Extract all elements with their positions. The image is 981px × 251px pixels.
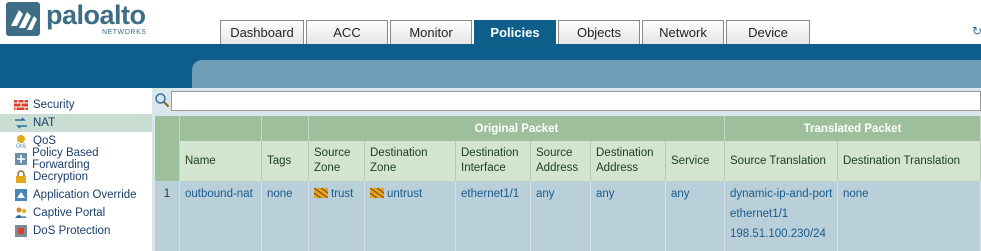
dos-protection-icon bbox=[13, 224, 29, 238]
users-icon bbox=[13, 206, 29, 220]
rule-name-link[interactable]: outbound-nat bbox=[180, 181, 262, 251]
source-translation-type: dynamic-ip-and-port bbox=[730, 188, 833, 200]
rule-source-address[interactable]: any bbox=[531, 181, 591, 251]
rule-source-zone[interactable]: trust bbox=[309, 181, 365, 251]
filter-input[interactable] bbox=[171, 91, 981, 111]
table-row[interactable]: 1 outbound-nat none trust untrust ethern… bbox=[155, 181, 981, 251]
column-header-destination-translation[interactable]: Destination Translation bbox=[838, 141, 981, 181]
nat-icon bbox=[13, 116, 29, 130]
header-original-packet: Original Packet bbox=[309, 116, 725, 141]
column-header-source-address[interactable]: Source Address bbox=[531, 141, 591, 181]
application-override-icon bbox=[13, 188, 29, 202]
column-header-destination-interface[interactable]: Destination Interface bbox=[456, 141, 531, 181]
sidebar-item-decryption[interactable]: Decryption bbox=[0, 168, 152, 186]
header-index-cell bbox=[155, 116, 180, 181]
zone-icon bbox=[370, 188, 384, 198]
sidebar-item-captive-portal[interactable]: Captive Portal bbox=[0, 204, 152, 222]
column-header-source-zone[interactable]: Source Zone bbox=[309, 141, 365, 181]
pbf-icon bbox=[13, 152, 28, 166]
source-translation-interface: ethernet1/1 bbox=[730, 208, 789, 220]
sidebar-item-label: DoS Protection bbox=[33, 225, 111, 237]
logo-subtitle: NETWORKS bbox=[102, 29, 147, 36]
svg-text:QoS: QoS bbox=[16, 144, 27, 149]
tab-policies[interactable]: Policies bbox=[474, 20, 556, 44]
sidebar-item-label: Decryption bbox=[33, 171, 88, 183]
rule-destination-zone[interactable]: untrust bbox=[365, 181, 456, 251]
source-translation-address: 198.51.100.230/24 bbox=[730, 228, 826, 240]
policies-sidebar: Security NAT QoS QoS Policy Based Forwar… bbox=[0, 88, 152, 251]
tab-monitor[interactable]: Monitor bbox=[390, 20, 472, 44]
header-group-blank bbox=[262, 116, 309, 141]
main-tabs: Dashboard ACC Monitor Policies Objects N… bbox=[220, 20, 812, 44]
security-rules-icon bbox=[13, 98, 29, 112]
column-header-source-translation[interactable]: Source Translation bbox=[725, 141, 838, 181]
rule-tags[interactable]: none bbox=[262, 181, 309, 251]
search-icon[interactable] bbox=[154, 92, 170, 108]
tab-acc[interactable]: ACC bbox=[306, 20, 388, 44]
app-header: paloalto NETWORKS Dashboard ACC Monitor … bbox=[0, 0, 981, 44]
tab-device[interactable]: Device bbox=[726, 20, 810, 44]
rule-destination-translation[interactable]: none bbox=[838, 181, 981, 251]
lock-icon bbox=[13, 170, 29, 184]
zone-icon bbox=[314, 188, 328, 198]
sidebar-item-application-override[interactable]: Application Override bbox=[0, 186, 152, 204]
nat-policy-panel: Original Packet Translated Packet Name T… bbox=[152, 88, 981, 251]
rule-source-translation[interactable]: dynamic-ip-and-port ethernet1/1 198.51.1… bbox=[725, 181, 838, 251]
destination-zone-value: untrust bbox=[387, 188, 423, 200]
tab-network[interactable]: Network bbox=[642, 20, 724, 44]
column-header-tags[interactable]: Tags bbox=[262, 141, 309, 181]
header-translated-packet: Translated Packet bbox=[725, 116, 981, 141]
filter-bar bbox=[152, 88, 981, 116]
policy-toolbar-inner bbox=[192, 60, 981, 88]
rule-service[interactable]: any bbox=[666, 181, 725, 251]
nat-rules-table: Original Packet Translated Packet Name T… bbox=[155, 116, 981, 251]
header-group-blank bbox=[180, 116, 262, 141]
logo-wordmark: paloalto bbox=[46, 0, 146, 30]
qos-icon: QoS bbox=[13, 134, 29, 148]
sidebar-item-label: Application Override bbox=[33, 189, 137, 201]
sidebar-item-label: QoS bbox=[33, 135, 57, 147]
sidebar-item-label: Captive Portal bbox=[33, 207, 106, 219]
sidebar-item-nat[interactable]: NAT bbox=[0, 114, 152, 132]
column-header-destination-zone[interactable]: Destination Zone bbox=[365, 141, 456, 181]
column-header-name[interactable]: Name bbox=[180, 141, 262, 181]
sidebar-item-label: NAT bbox=[33, 117, 56, 129]
paloalto-logo-icon bbox=[6, 2, 40, 36]
source-zone-value: trust bbox=[331, 188, 354, 200]
row-index: 1 bbox=[155, 181, 180, 251]
column-header-destination-address[interactable]: Destination Address bbox=[591, 141, 666, 181]
paloalto-logo: paloalto NETWORKS bbox=[6, 0, 156, 42]
policy-toolbar-band bbox=[0, 44, 981, 88]
rule-destination-address[interactable]: any bbox=[591, 181, 666, 251]
rule-destination-interface[interactable]: ethernet1/1 bbox=[456, 181, 531, 251]
tab-dashboard[interactable]: Dashboard bbox=[220, 20, 304, 44]
sidebar-item-label: Security bbox=[33, 99, 75, 111]
column-header-service[interactable]: Service bbox=[666, 141, 725, 181]
tab-objects[interactable]: Objects bbox=[558, 20, 640, 44]
refresh-icon[interactable]: ↻ bbox=[972, 24, 981, 38]
sidebar-item-dos-protection[interactable]: DoS Protection bbox=[0, 222, 152, 240]
sidebar-item-security[interactable]: Security bbox=[0, 96, 152, 114]
sidebar-item-policy-based-forwarding[interactable]: Policy Based Forwarding bbox=[0, 147, 152, 171]
